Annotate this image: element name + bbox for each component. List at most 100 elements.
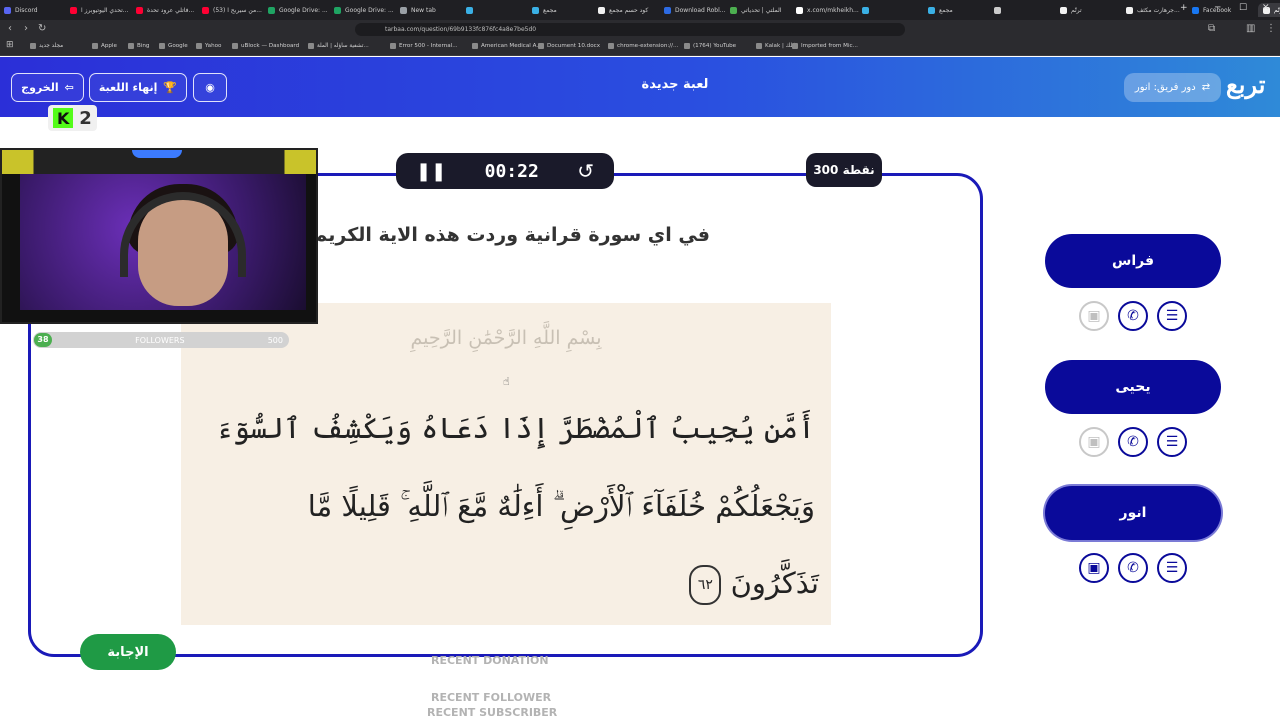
browser-tab[interactable]: (53) من سيربح ا... [202,3,268,17]
minimize-button[interactable]: ─ [1215,3,1220,13]
bookmark-item[interactable]: chrome-extension://... [608,43,678,49]
browser-tab[interactable]: New tab [400,3,466,17]
tab-favicon-icon [202,6,209,14]
forward-icon[interactable]: › [24,23,28,34]
browser-tab[interactable] [466,3,532,17]
reset-timer-icon[interactable]: ↺ [577,159,594,183]
browser-tab[interactable]: Google Drive: ... [334,3,400,17]
pause-icon[interactable]: ❚❚ [416,161,446,182]
tab-label: تحدي اليوتيوبرز ا... [81,6,129,14]
tab-label: جرهارت مكثف... [1137,6,1180,14]
browser-tab[interactable]: Facebook [1192,3,1258,17]
bookmark-item[interactable]: Bing [128,43,150,49]
browser-tab[interactable]: مجمع [532,3,598,17]
camera-icon[interactable]: ▣ [1079,427,1109,457]
reload-icon[interactable]: ↻ [38,23,46,34]
end-game-button[interactable]: إنهاء اللعبة 🏆 [89,73,187,102]
browser-tab[interactable]: Google Drive: ... [268,3,334,17]
exit-button[interactable]: الخروج ⇦ [11,73,84,102]
answer-button[interactable]: الإجابة [80,634,176,670]
apps-grid-icon[interactable]: ⊞ [6,40,14,50]
bookmark-label: مجلد جديد [39,43,64,49]
bookmark-item[interactable]: مجلد جديد [30,43,63,49]
new-tab-button[interactable]: + [1180,3,1188,13]
list-icon[interactable]: ☰ [1157,427,1187,457]
browser-tab[interactable]: ترتّم [1060,3,1126,17]
tab-favicon-icon [598,6,605,14]
browser-tab[interactable]: مجمع [928,3,994,17]
bookmark-item[interactable]: Imported from Mic... [792,43,858,49]
player-button[interactable]: انور [1045,486,1221,540]
tab-favicon-icon [400,6,407,14]
tab-label: مجمع [543,6,557,14]
maximize-button[interactable]: ☐ [1239,3,1247,13]
bookmark-label: (1764) YouTube [693,43,737,49]
bookmark-item[interactable]: Kalak | كلك [756,43,795,49]
browser-tab[interactable]: كود حسم مجمع [598,3,664,17]
bookmark-item[interactable]: uBlock — Dashboard [232,43,299,49]
phone-icon[interactable]: ✆ [1118,301,1148,331]
kick-count: 2 [79,107,92,129]
bookmark-item[interactable]: American Medical A... [472,43,542,49]
tab-label: Google Drive: ... [345,6,394,14]
kick-logo-icon: K [53,108,74,128]
bookmark-item[interactable]: Error 500 - Internal... [390,43,458,49]
question-text: في اي سورة قرانية وردت هذه الاية الكريمة [310,224,710,246]
tab-label: Discord [15,6,38,14]
end-game-label: إنهاء اللعبة [98,81,158,94]
bookmark-label: Imported from Mic... [801,43,858,49]
close-window-button[interactable]: ✕ [1262,3,1270,13]
tab-label: كود حسم مجمع [609,6,649,14]
turn-switch-button[interactable]: دور فريق: انور ⇄ [1124,73,1221,102]
bookmark-favicon-icon [30,43,36,49]
palette-icon: ◉ [205,81,215,94]
player-button[interactable]: فراس [1045,234,1221,288]
bookmark-item[interactable]: (1764) YouTube [684,43,736,49]
list-icon[interactable]: ☰ [1157,301,1187,331]
browser-tab[interactable]: x.com/mkheikh... [796,3,862,17]
menu-icon[interactable]: ⋮ [1266,23,1276,34]
camera-icon[interactable]: ▣ [1079,553,1109,583]
browser-tab[interactable]: الملتي | تحدياتي [730,3,796,17]
tab-label: الملتي | تحدياتي [741,6,782,14]
app-header: الخروج ⇦ إنهاء اللعبة 🏆 ◉ لعبة جديدة [0,57,1280,117]
address-bar[interactable]: tarbaa.com/question/69b9133fc876fc4a8e7b… [355,23,905,36]
tab-favicon-icon [466,6,473,14]
sidebar-icon[interactable]: ▥ [1246,23,1255,34]
browser-tab[interactable]: Discord [4,3,70,17]
tab-favicon-icon [796,6,803,14]
player-button[interactable]: يحيى [1045,360,1221,414]
points-badge: 300 نقطة [806,153,882,187]
browser-tab[interactable]: تحدي اليوتيوبرز ا... [70,3,136,17]
bookmark-label: تشفية ساؤله | الملة... [317,43,369,49]
tab-favicon-icon [1126,6,1133,14]
recent-follower-label: RECENT FOLLOWER [431,691,552,704]
browser-tab[interactable]: فاتلي عرود تحدة... [136,3,202,17]
browser-tab[interactable]: Download Robl... [664,3,730,17]
camera-icon[interactable]: ▣ [1079,301,1109,331]
bookmark-item[interactable]: Google [159,43,188,49]
bookmark-item[interactable]: تشفية ساؤله | الملة... [308,43,369,49]
extensions-icon[interactable]: ⧉ [1208,23,1215,34]
palette-button[interactable]: ◉ [193,73,227,102]
tab-favicon-icon [1060,6,1067,14]
tab-label: ترتّم [1274,6,1280,14]
bookmark-item[interactable]: Yahoo [196,43,221,49]
browser-tab[interactable] [862,3,928,17]
back-icon[interactable]: ‹ [8,23,12,34]
browser-tab[interactable] [994,3,1060,17]
bookmark-favicon-icon [308,43,314,49]
bookmark-item[interactable]: Apple [92,43,117,49]
webcam-light [132,150,182,158]
tab-label: ترتّم [1071,6,1082,14]
list-icon[interactable]: ☰ [1157,553,1187,583]
timer-value: 00:22 [484,160,539,182]
exit-label: الخروج [21,81,59,94]
bookmark-label: Error 500 - Internal... [399,43,458,49]
tab-label: (53) من سيربح ا... [213,6,262,14]
phone-icon[interactable]: ✆ [1118,553,1148,583]
bookmark-item[interactable]: Document 10.docx [538,43,600,49]
tab-favicon-icon [268,6,275,14]
bookmark-favicon-icon [196,43,202,49]
phone-icon[interactable]: ✆ [1118,427,1148,457]
